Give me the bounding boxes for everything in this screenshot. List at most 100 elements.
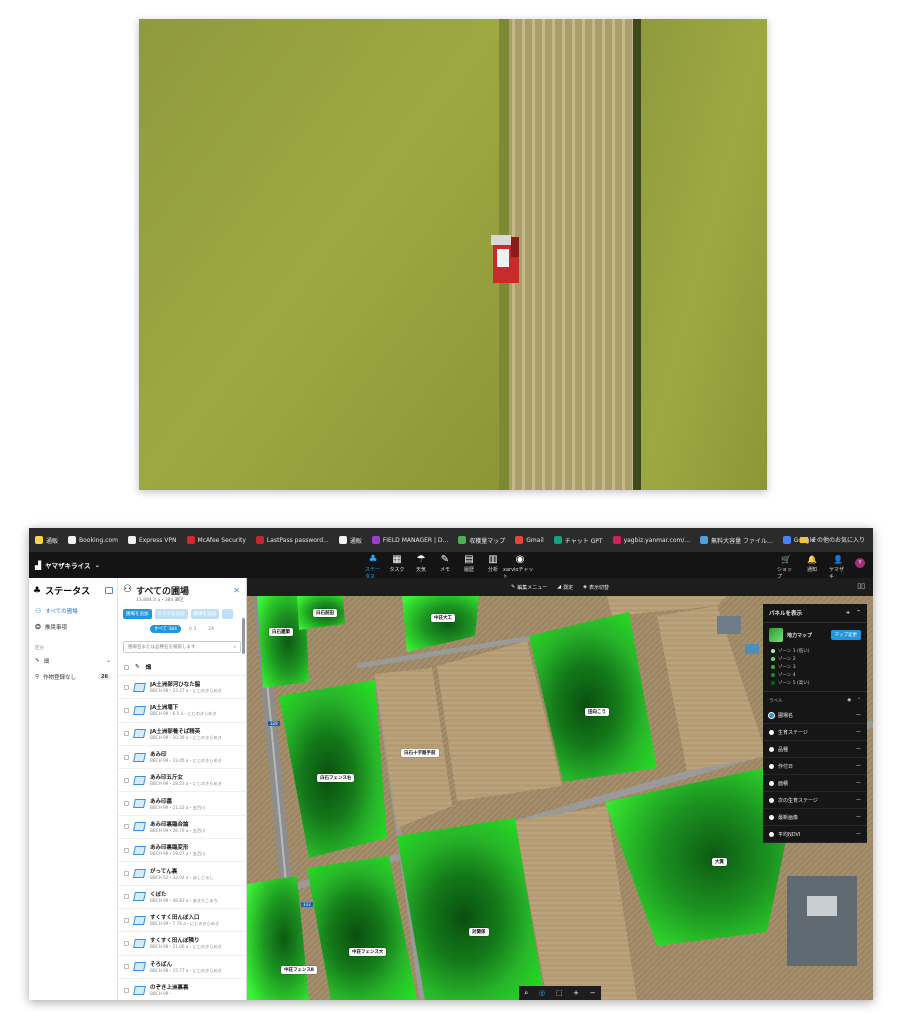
nav-item[interactable]: ▤ 履歴 (461, 554, 477, 580)
map-display-toggle-button[interactable]: ◈ 表示切替 (583, 584, 609, 591)
map-control-icon[interactable]: ⌕ (524, 989, 528, 998)
panel-toggle-icon[interactable] (105, 587, 113, 594)
filter-pill[interactable]: すべて 384 (150, 625, 182, 633)
select-all-checkbox[interactable] (124, 664, 129, 670)
field-list-item[interactable]: のぞき上洲裏裏 BBCH 99・ (118, 979, 246, 1000)
collapse-icon[interactable]: — (856, 729, 861, 735)
add-icon[interactable]: + (846, 610, 851, 616)
label-radio[interactable] (769, 712, 774, 718)
label-radio[interactable] (769, 814, 774, 820)
bookmark-item[interactable]: LastPass password... (255, 536, 329, 544)
field-checkbox[interactable] (124, 731, 129, 737)
bookmark-item[interactable]: チャット GPT (553, 536, 603, 545)
nav-item[interactable]: ▥ 分析 (485, 554, 501, 580)
field-checkbox[interactable] (124, 894, 129, 900)
nav-item[interactable]: ▦ タスク (389, 554, 405, 580)
field-search-input[interactable]: 圃場名または品種名を検索します ⌕ (123, 641, 241, 653)
nav-xarvio-chat[interactable]: ◉ xarvioチャット (503, 554, 537, 580)
collapse-icon[interactable]: — (856, 814, 861, 820)
label-radio[interactable] (769, 746, 774, 752)
field-checkbox[interactable] (124, 847, 129, 853)
label-radio[interactable] (769, 763, 774, 769)
bookmark-item[interactable]: McAfee Security (186, 536, 246, 544)
farm-selector[interactable]: ▟ ヤマザキライス ⌄ (29, 560, 100, 571)
header-action[interactable]: 👤 ヤマザキ (829, 554, 847, 580)
field-checkbox[interactable] (124, 777, 129, 783)
sidebar-item-recommendations[interactable]: ❂ 推奨事項 (29, 619, 117, 635)
map-field-label[interactable]: 白石フェンス右 (317, 774, 355, 782)
close-icon[interactable]: ✕ (233, 586, 240, 595)
sidebar-item-all-fields[interactable]: ⚇ すべての圃場 (29, 603, 117, 619)
map-field-label[interactable]: 白石前田 (313, 609, 337, 617)
field-checkbox[interactable] (124, 964, 129, 970)
collapse-icon[interactable]: — (856, 712, 861, 718)
field-list-item[interactable]: あみ印五斤女 BBCH 99・28.23 a・にじのきらめき (118, 769, 246, 793)
map-control-icon[interactable]: ◎ (539, 989, 545, 997)
label-radio[interactable] (769, 797, 774, 803)
map-control-icon[interactable]: ⬚ (556, 989, 563, 997)
label-option[interactable]: 生育ステージ — (763, 724, 867, 741)
filter-pill[interactable]: 24 (204, 626, 218, 633)
map-field-label[interactable]: 白石十字路手前 (401, 749, 439, 757)
map-control-icon[interactable]: + (573, 989, 579, 997)
bookmark-item[interactable]: FIELD MANAGER | D... (371, 536, 448, 544)
bookmark-item[interactable]: 無料大容量 ファイル... (700, 536, 773, 545)
collapse-icon[interactable]: — (856, 763, 861, 769)
field-checkbox[interactable] (124, 684, 129, 690)
map-field-label[interactable]: 中荘フェンス大 (349, 948, 387, 956)
map-control-icon[interactable]: − (590, 989, 596, 997)
user-avatar[interactable]: Y (855, 558, 865, 568)
bookmark-item[interactable]: Gmail (515, 536, 544, 544)
bookmark-item[interactable]: yagbiz.yanmar.com/... (612, 536, 690, 544)
field-checkbox[interactable] (124, 940, 129, 946)
nav-item[interactable]: ✎ メモ (437, 554, 453, 580)
field-list-item[interactable]: あみ印裏臨変形 BBCH 99・19.07 a・五百川 (118, 839, 246, 863)
field-checkbox[interactable] (124, 987, 129, 993)
label-option[interactable]: 次の生育ステージ — (763, 792, 867, 809)
field-list-item[interactable]: がってん裏 BBCH 92・32.04 a・ほしじるし (118, 862, 246, 886)
map-field-label[interactable]: 中荘大工 (431, 614, 455, 622)
map-measure-button[interactable]: ◢ 測定 (557, 584, 573, 591)
collapse-icon[interactable]: — (856, 780, 861, 786)
field-action-chip[interactable]: 圃場を追加 (123, 609, 152, 619)
sidebar-no-crop[interactable]: ⚲ 作物登録なし 26 (29, 669, 117, 685)
bookmark-item[interactable]: 通販 (35, 536, 58, 545)
field-checkbox[interactable] (124, 754, 129, 760)
label-option[interactable]: 最新画像 — (763, 809, 867, 826)
field-list-item[interactable]: あみ印 BBCH 99・23.45 a・にじのきらめき (118, 746, 246, 770)
field-list-item[interactable]: あみ印裏臨合論 BBCH 99・26.79 a・五百川 (118, 816, 246, 840)
change-map-button[interactable]: マップ変更 (830, 630, 861, 640)
map-field-label[interactable]: 田向こう (585, 708, 609, 716)
label-radio[interactable] (769, 780, 774, 786)
map-field-label[interactable]: 中荘フェンスⅡ (281, 966, 317, 974)
label-option[interactable]: 品種 — (763, 741, 867, 758)
collapse-icon[interactable]: — (856, 831, 861, 837)
book-icon[interactable]: ▯▯ (857, 582, 865, 590)
map-field-label[interactable]: 大箕 (712, 858, 727, 866)
chevron-up-icon[interactable]: ⌃ (857, 698, 861, 704)
header-action[interactable]: 🛒 ショップ (777, 554, 795, 580)
field-action-chip[interactable]: 圃場を追加 (190, 609, 219, 619)
field-checkbox[interactable] (124, 871, 129, 877)
bookmark-item[interactable]: Express VPN (127, 536, 177, 544)
map-field-label[interactable]: 対関係 (469, 928, 489, 936)
label-option[interactable]: 面積 — (763, 775, 867, 792)
nav-item[interactable]: ☂ 天気 (413, 554, 429, 580)
field-list-item[interactable]: あみ印墓 BBCH 99・21.22 a・五百川 (118, 792, 246, 816)
field-list-item[interactable]: JA土洲堰下 BBCH 99・6.5 a・にじのきらめき (118, 699, 246, 723)
field-list-scrollbar[interactable] (242, 618, 245, 654)
field-list-item[interactable]: JA土洲部養そば精英 BBCH 99・10.39 a・にじのきらめき (118, 723, 246, 746)
eye-icon[interactable]: ◉ (847, 698, 851, 704)
field-checkbox[interactable] (124, 917, 129, 923)
label-option[interactable]: 圃場名 — (763, 707, 867, 724)
header-action[interactable]: 🔔 通知 (803, 554, 821, 580)
field-list-item[interactable]: すくすく田んぼ隣り BBCH 99・21.06 a・にじのきらめき (118, 932, 246, 956)
bookmark-item[interactable]: Booking.com (68, 536, 118, 544)
field-list-item[interactable]: くぼた BBCH 99・46.83 a・あきたこまち (118, 886, 246, 909)
sidebar-group-field[interactable]: ✎ 畑 ⌄ (29, 653, 117, 669)
label-radio[interactable] (769, 729, 774, 735)
field-checkbox[interactable] (124, 707, 129, 713)
label-option[interactable]: 平均NDVI — (763, 826, 867, 843)
field-checkbox[interactable] (124, 824, 129, 830)
field-list-item[interactable]: すくすく田んぼ入口 BBCH 99・7.74 a・にじのきらめき (118, 909, 246, 933)
